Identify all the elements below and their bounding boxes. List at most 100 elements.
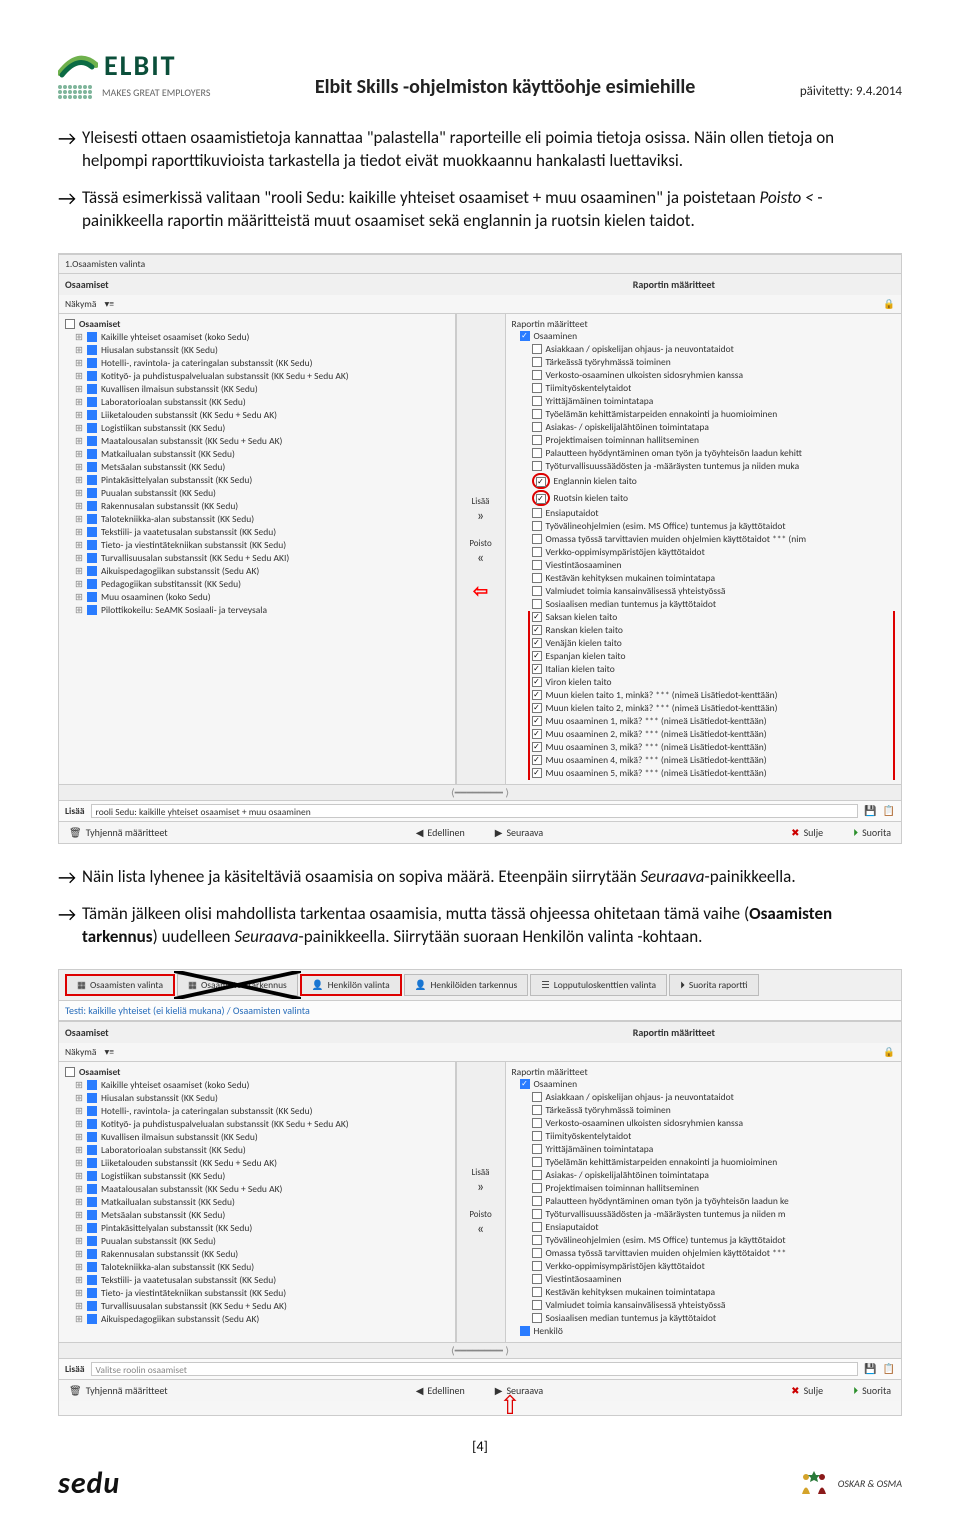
checkbox[interactable] [532,370,542,380]
tab-suorita[interactable]: ⏵Suorita raportti [669,974,759,996]
checkbox[interactable] [87,1093,97,1103]
expand-icon[interactable]: ⊞ [75,1131,83,1143]
expand-icon[interactable]: ⊞ [75,578,83,590]
checkbox[interactable] [532,534,542,544]
close-button[interactable]: ✖Sulje [791,1384,823,1397]
expand-icon[interactable]: ⊞ [75,591,83,603]
checkbox[interactable] [87,332,97,342]
checkbox[interactable] [87,488,97,498]
checkbox[interactable] [532,547,542,557]
copy-icon[interactable]: 📋 [883,804,895,817]
checkbox[interactable] [532,625,542,635]
checkbox[interactable] [532,508,542,518]
checkbox[interactable] [532,1105,542,1115]
expand-icon[interactable]: ⊞ [75,1235,83,1247]
clear-button[interactable]: 🗑Tyhjennä määritteet [69,1384,168,1397]
lisaa-field[interactable]: rooli Sedu: kaikille yhteiset osaamiset … [91,804,859,818]
checkbox[interactable] [87,1184,97,1194]
checkbox[interactable] [87,449,97,459]
expand-icon[interactable]: ⊞ [75,513,83,525]
checkbox[interactable] [87,540,97,550]
save-icon[interactable]: 💾 [864,1362,876,1375]
expand-icon[interactable]: ⊞ [75,1248,83,1260]
checkbox[interactable] [87,358,97,368]
expand-icon[interactable]: ⊞ [75,604,83,616]
expand-icon[interactable]: ⊞ [75,1274,83,1286]
checkbox[interactable] [532,521,542,531]
checkbox[interactable] [87,423,97,433]
checkbox[interactable] [87,371,97,381]
checkbox[interactable] [87,1288,97,1298]
checkbox[interactable] [536,477,546,487]
checkbox[interactable] [87,1145,97,1155]
checkbox[interactable] [87,1236,97,1246]
expand-icon[interactable]: ⊞ [75,1170,83,1182]
filter-icon[interactable]: ▾≡ [104,1046,114,1058]
checkbox[interactable] [532,1131,542,1141]
checkbox[interactable] [532,586,542,596]
expand-icon[interactable]: ⊞ [75,552,83,564]
expand-icon[interactable]: ⊞ [75,344,83,356]
expand-icon[interactable]: ⊞ [75,1287,83,1299]
checkbox[interactable] [532,344,542,354]
tab-henkiloiden-tarkennus[interactable]: 👤Henkilöiden tarkennus [404,974,529,996]
checkbox[interactable] [87,605,97,615]
checkbox[interactable] [87,1275,97,1285]
remove-button[interactable]: Poisto« [469,538,491,566]
expand-icon[interactable]: ⊞ [75,1144,83,1156]
checkbox[interactable] [532,435,542,445]
expand-icon[interactable]: ⊞ [75,1300,83,1312]
checkbox[interactable] [532,560,542,570]
checkbox[interactable] [532,1261,542,1271]
checkbox[interactable] [87,1249,97,1259]
checkbox[interactable] [87,1119,97,1129]
checkbox[interactable] [532,1157,542,1167]
add-button[interactable]: Lisää» [472,496,490,524]
checkbox[interactable] [532,1144,542,1154]
checkbox[interactable] [87,1080,97,1090]
tab-henkilon-valinta[interactable]: 👤Henkilön valinta [300,974,402,996]
expand-icon[interactable]: ⊞ [75,539,83,551]
expand-icon[interactable]: ⊞ [75,1118,83,1130]
checkbox[interactable] [87,462,97,472]
checkbox[interactable] [532,409,542,419]
prev-button[interactable]: ◀Edellinen [416,826,465,839]
expand-icon[interactable]: ⊞ [75,474,83,486]
save-icon[interactable]: 💾 [864,804,876,817]
checkbox[interactable] [532,1287,542,1297]
expand-icon[interactable]: ⊞ [75,1222,83,1234]
run-button[interactable]: ⏵Suorita [853,1384,891,1397]
checkbox[interactable] [87,553,97,563]
tab-lopputuloskenttien[interactable]: ☰Lopputuloskenttien valinta [530,974,667,996]
checkbox[interactable] [532,1183,542,1193]
expand-icon[interactable]: ⊞ [75,1079,83,1091]
checkbox[interactable] [532,1300,542,1310]
expand-icon[interactable]: ⊞ [75,500,83,512]
checkbox[interactable] [532,599,542,609]
checkbox[interactable] [87,579,97,589]
scrollbar[interactable]: ⟨━━━━━━━━ ⟩ [59,784,901,800]
checkbox[interactable] [87,1158,97,1168]
lisaa-field[interactable]: Valitse roolin osaamiset [91,1362,859,1376]
scrollbar[interactable]: ⟨━━━━━━━━ ⟩ [59,1342,901,1358]
checkbox[interactable] [532,690,542,700]
expand-icon[interactable]: ⊞ [75,370,83,382]
checkbox[interactable] [87,397,97,407]
checkbox[interactable] [87,1223,97,1233]
clear-button[interactable]: 🗑Tyhjennä määritteet [69,826,168,839]
checkbox[interactable] [532,651,542,661]
checkbox[interactable] [532,1209,542,1219]
checkbox[interactable] [532,729,542,739]
tab-osaamisten-tarkennus[interactable]: ▦Osaamisten tarkennus [177,974,298,996]
checkbox[interactable] [532,703,542,713]
checkbox[interactable] [87,1197,97,1207]
expand-icon[interactable]: ⊞ [75,1261,83,1273]
checkbox[interactable] [532,461,542,471]
expand-icon[interactable]: ⊞ [75,1313,83,1325]
checkbox[interactable] [532,396,542,406]
checkbox[interactable] [532,638,542,648]
expand-icon[interactable]: ⊞ [75,1209,83,1221]
run-button[interactable]: ⏵Suorita [853,826,891,839]
checkbox[interactable] [87,527,97,537]
checkbox[interactable] [532,1092,542,1102]
